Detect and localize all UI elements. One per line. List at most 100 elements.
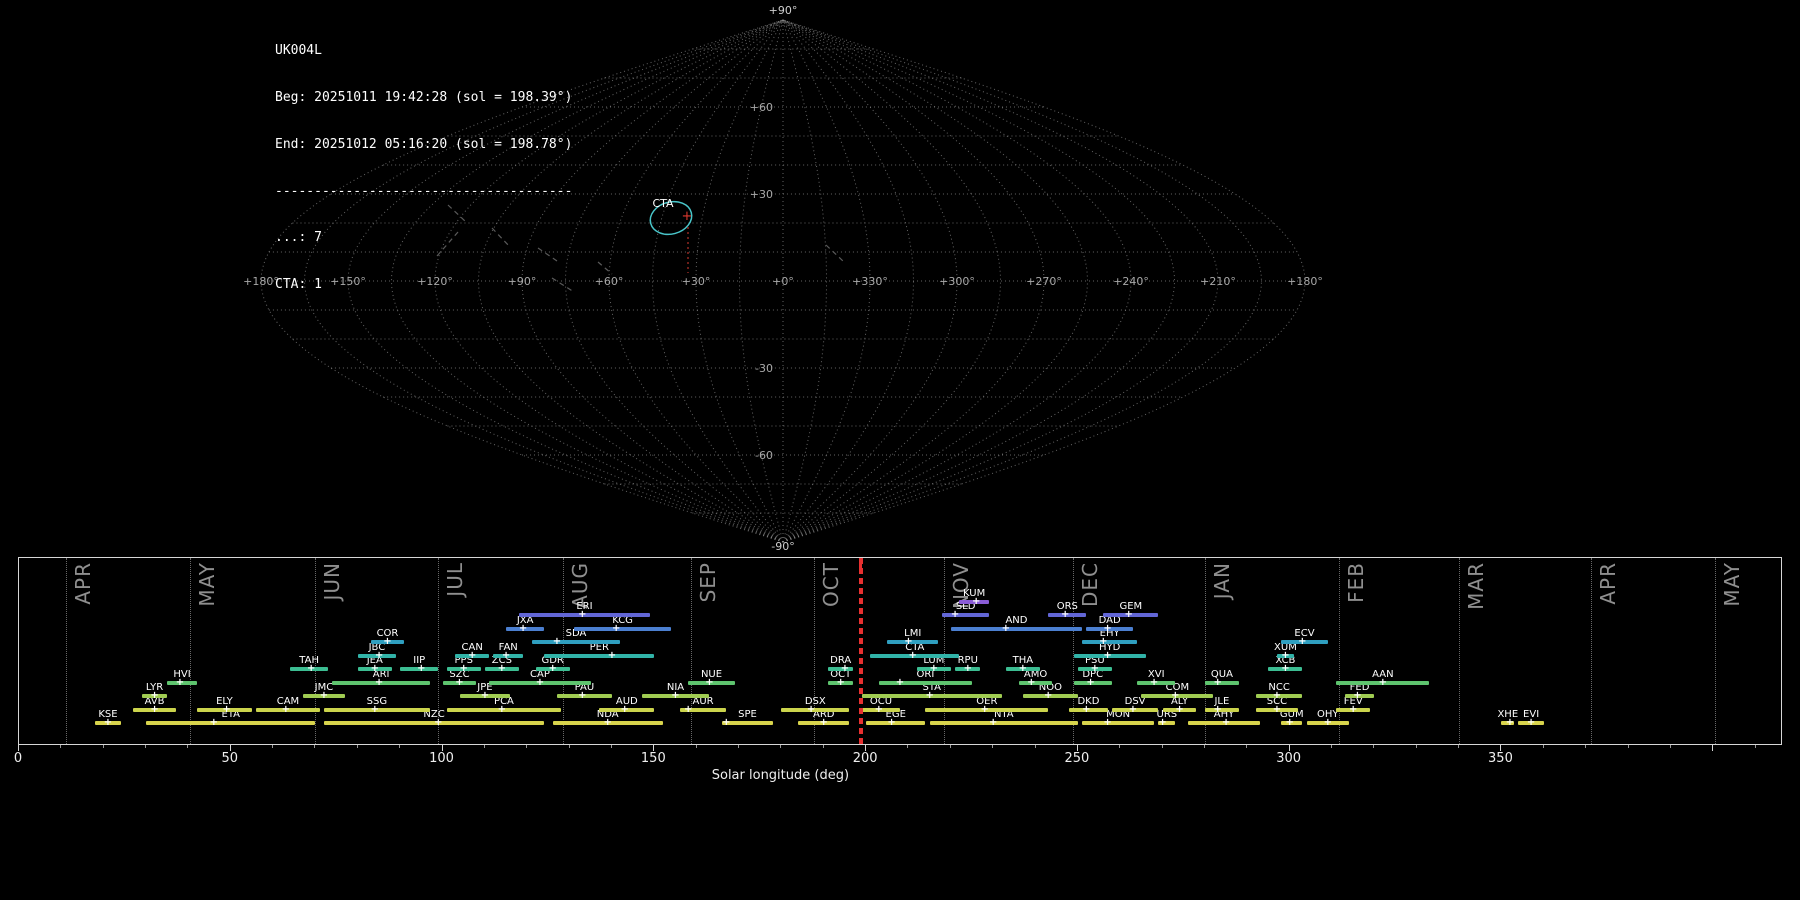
x-tick-minor — [187, 745, 188, 748]
shower-peak-marker: + — [320, 691, 328, 701]
shower-peak-marker: + — [460, 664, 468, 674]
shower-peak-marker: + — [671, 691, 679, 701]
shower-peak-marker: + — [498, 664, 506, 674]
separator-line: -------------------------------------- — [275, 184, 572, 200]
shower-peak-marker: + — [836, 678, 844, 688]
month-label: OCT — [819, 562, 843, 607]
month-gridline — [1073, 558, 1074, 744]
shower-peak-marker: + — [989, 718, 997, 728]
x-tick-minor — [1628, 745, 1629, 748]
shower-peak-marker: + — [1273, 691, 1281, 701]
shower-peak-marker: + — [176, 678, 184, 688]
shower-peak-marker: + — [1002, 624, 1010, 634]
sky-grid-meridian — [783, 20, 1218, 542]
shower-peak-marker: + — [909, 651, 917, 661]
shower-peak-marker: + — [578, 610, 586, 620]
shower-peak-marker: + — [608, 651, 616, 661]
shower-activity-bar — [574, 627, 671, 631]
shower-peak-marker: + — [1353, 691, 1361, 701]
month-gridline — [1715, 558, 1716, 744]
ecliptic-longitude-label: +60° — [595, 275, 624, 288]
shower-peak-marker: + — [222, 705, 230, 715]
meteor-trail — [826, 245, 843, 261]
shower-peak-marker: + — [1527, 718, 1535, 728]
shower-activity-bar — [544, 654, 654, 658]
shower-peak-marker: + — [684, 705, 692, 715]
shower-peak-marker: + — [417, 664, 425, 674]
shower-peak-marker: + — [502, 651, 510, 661]
sporadic-count-line: ...: 7 — [275, 230, 572, 246]
shower-peak-marker: + — [1129, 705, 1137, 715]
x-tick-label: 0 — [14, 751, 22, 766]
shower-peak-marker: + — [1281, 651, 1289, 661]
shower-peak-marker: + — [1125, 610, 1133, 620]
shower-peak-marker: + — [1213, 678, 1221, 688]
x-tick-minor — [611, 745, 612, 748]
shower-peak-marker: + — [705, 678, 713, 688]
month-label: MAR — [1464, 562, 1488, 610]
begin-time-line: Beg: 20251011 19:42:28 (sol = 198.39°) — [275, 90, 572, 106]
x-tick-minor — [780, 745, 781, 748]
x-tick-minor — [1331, 745, 1332, 748]
x-tick-minor — [1119, 745, 1120, 748]
shower-peak-marker: + — [150, 691, 158, 701]
shower-peak-marker: + — [1027, 678, 1035, 688]
x-tick-label: 150 — [641, 751, 666, 766]
shower-peak-marker: + — [1298, 637, 1306, 647]
shower-peak-marker: + — [383, 637, 391, 647]
shower-activity-bar — [1082, 640, 1137, 644]
latitude-label: -30 — [755, 362, 773, 375]
shower-peak-marker: + — [604, 718, 612, 728]
x-tick-minor — [399, 745, 400, 748]
x-tick-minor — [907, 745, 908, 748]
shower-peak-marker: + — [1281, 664, 1289, 674]
shower-peak-marker: + — [1349, 705, 1357, 715]
month-label: JAN — [1210, 562, 1234, 599]
shower-peak-marker: + — [468, 651, 476, 661]
shower-peak-marker: + — [612, 624, 620, 634]
meteor-observation-summary: +90°-90°+180°+150°+120°+90°+60°+30°+0°+3… — [0, 0, 1800, 900]
shower-peak-marker: + — [1044, 691, 1052, 701]
shower-peak-marker: + — [150, 705, 158, 715]
shower-peak-marker: + — [1222, 718, 1230, 728]
x-tick-minor — [526, 745, 527, 748]
shower-peak-marker: + — [1086, 678, 1094, 688]
month-label: FEB — [1344, 562, 1368, 603]
x-tick-minor — [696, 745, 697, 748]
month-label: SEP — [696, 562, 720, 602]
shower-peak-marker: + — [1158, 718, 1166, 728]
shower-peak-marker: + — [841, 664, 849, 674]
month-label: MAY — [1720, 562, 1744, 607]
shower-peak-marker: + — [1103, 624, 1111, 634]
x-tick-label: 300 — [1276, 751, 1301, 766]
x-tick-minor — [60, 745, 61, 748]
shower-peak-marker: + — [1379, 678, 1387, 688]
latitude-label: -60 — [755, 449, 773, 462]
pole-label-north: +90° — [769, 4, 798, 17]
shower-activity-bar — [146, 721, 315, 725]
ecliptic-longitude-label: +300° — [939, 275, 975, 288]
shower-activity-bar — [1205, 708, 1239, 712]
month-label: MAY — [195, 562, 219, 607]
shower-peak-marker: + — [434, 718, 442, 728]
x-tick-minor — [992, 745, 993, 748]
shower-peak-marker: + — [722, 718, 730, 728]
month-gridline — [66, 558, 67, 744]
x-tick-minor — [272, 745, 273, 748]
cta-label: CTA — [652, 197, 674, 210]
shower-peak-marker: + — [371, 664, 379, 674]
shower-peak-marker: + — [1175, 705, 1183, 715]
x-axis-title: Solar longitude (deg) — [712, 768, 849, 783]
shower-peak-marker: + — [972, 597, 980, 607]
ecliptic-longitude-label: +180° — [1287, 275, 1323, 288]
current-sol-line-end — [861, 558, 863, 744]
shower-peak-marker: + — [1019, 664, 1027, 674]
shower-peak-marker: + — [1150, 678, 1158, 688]
shower-peak-marker: + — [1324, 718, 1332, 728]
month-label: JUL — [443, 562, 467, 597]
shower-peak-marker: + — [620, 705, 628, 715]
shower-activity-bar — [930, 721, 1078, 725]
shower-activity-bar — [879, 681, 972, 685]
shower-peak-marker: + — [548, 664, 556, 674]
shower-peak-marker: + — [536, 678, 544, 688]
